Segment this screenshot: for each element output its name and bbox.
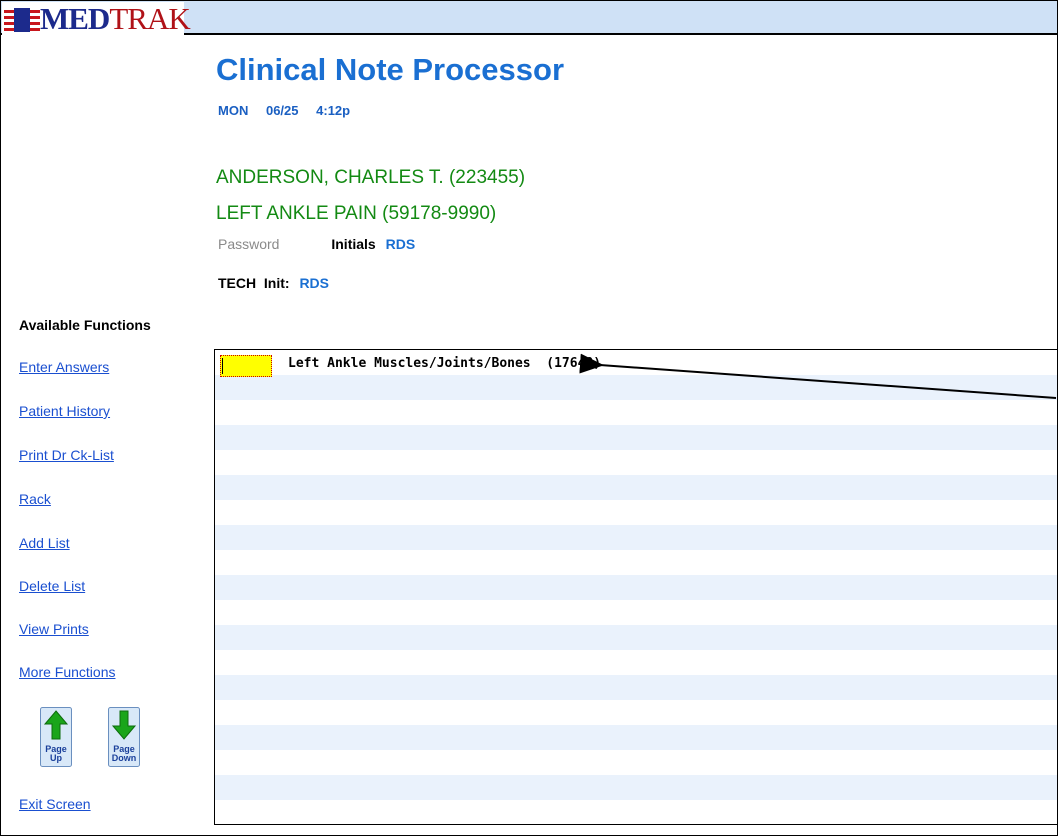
note-row — [215, 650, 1057, 675]
text-caret — [222, 358, 223, 374]
flag-icon — [4, 8, 40, 32]
view-prints-link[interactable]: View Prints — [19, 621, 89, 637]
day-label: MON — [218, 103, 249, 118]
complaint-line: LEFT ANKLE PAIN (59178-9990) — [216, 203, 497, 224]
page-up-button[interactable]: Page Up — [40, 707, 72, 767]
date-line: MON 06/25 4:12p — [218, 103, 364, 118]
note-row — [215, 425, 1057, 450]
patient-name: ANDERSON, CHARLES T. (223455) — [216, 167, 526, 188]
time-label: 4:12p — [316, 103, 351, 118]
note-row — [215, 775, 1057, 800]
tech-init-label: TECH Init: — [218, 275, 290, 291]
more-functions-link[interactable]: More Functions — [19, 664, 115, 680]
note-row — [215, 600, 1057, 625]
patient-history-link[interactable]: Patient History — [19, 403, 110, 419]
note-row — [215, 800, 1057, 824]
note-row — [215, 625, 1057, 650]
note-entry-text: Left Ankle Muscles/Joints/Bones (17648) — [288, 356, 602, 371]
logo-med-text: MED — [40, 1, 110, 36]
note-rows — [215, 350, 1057, 824]
clinical-note-panel: Left Ankle Muscles/Joints/Bones (17648) — [214, 349, 1058, 825]
initials-value: RDS — [385, 236, 416, 252]
answer-input[interactable] — [220, 355, 272, 377]
print-dr-ck-list-link[interactable]: Print Dr Ck-List — [19, 447, 114, 463]
rack-link[interactable]: Rack — [19, 491, 51, 507]
medtrak-logo: MEDTRAK — [2, 2, 191, 36]
page-title: Clinical Note Processor — [216, 52, 565, 87]
password-line: Password Initials RDS — [218, 236, 415, 252]
note-row — [215, 725, 1057, 750]
date-label: 06/25 — [265, 103, 299, 118]
note-row — [215, 500, 1057, 525]
tech-init-line: TECH Init: RDS — [218, 275, 329, 291]
page-up-text-2: Up — [50, 753, 62, 763]
password-label[interactable]: Password — [218, 236, 279, 252]
note-row — [215, 750, 1057, 775]
note-entry-row[interactable]: Left Ankle Muscles/Joints/Bones (17648) — [215, 350, 1057, 377]
delete-list-link[interactable]: Delete List — [19, 578, 85, 594]
tech-init-value: RDS — [299, 275, 329, 291]
initials-label: Initials — [331, 236, 376, 252]
note-row — [215, 400, 1057, 425]
page-down-text-2: Down — [112, 753, 137, 763]
enter-answers-link[interactable]: Enter Answers — [19, 359, 109, 375]
note-row — [215, 700, 1057, 725]
note-row — [215, 550, 1057, 575]
available-functions-heading: Available Functions — [19, 317, 151, 333]
page-down-icon: Page Down — [108, 707, 140, 767]
logo-text: MEDTRAK — [40, 1, 191, 36]
note-row — [215, 675, 1057, 700]
logo-trak-text: TRAK — [109, 1, 190, 36]
note-row — [215, 450, 1057, 475]
page-up-icon: Page Up — [40, 707, 72, 767]
note-row — [215, 525, 1057, 550]
add-list-link[interactable]: Add List — [19, 535, 70, 551]
note-row — [215, 575, 1057, 600]
note-row — [215, 375, 1057, 400]
exit-screen-link[interactable]: Exit Screen — [19, 796, 91, 812]
page-down-button[interactable]: Page Down — [108, 707, 140, 767]
note-row — [215, 475, 1057, 500]
